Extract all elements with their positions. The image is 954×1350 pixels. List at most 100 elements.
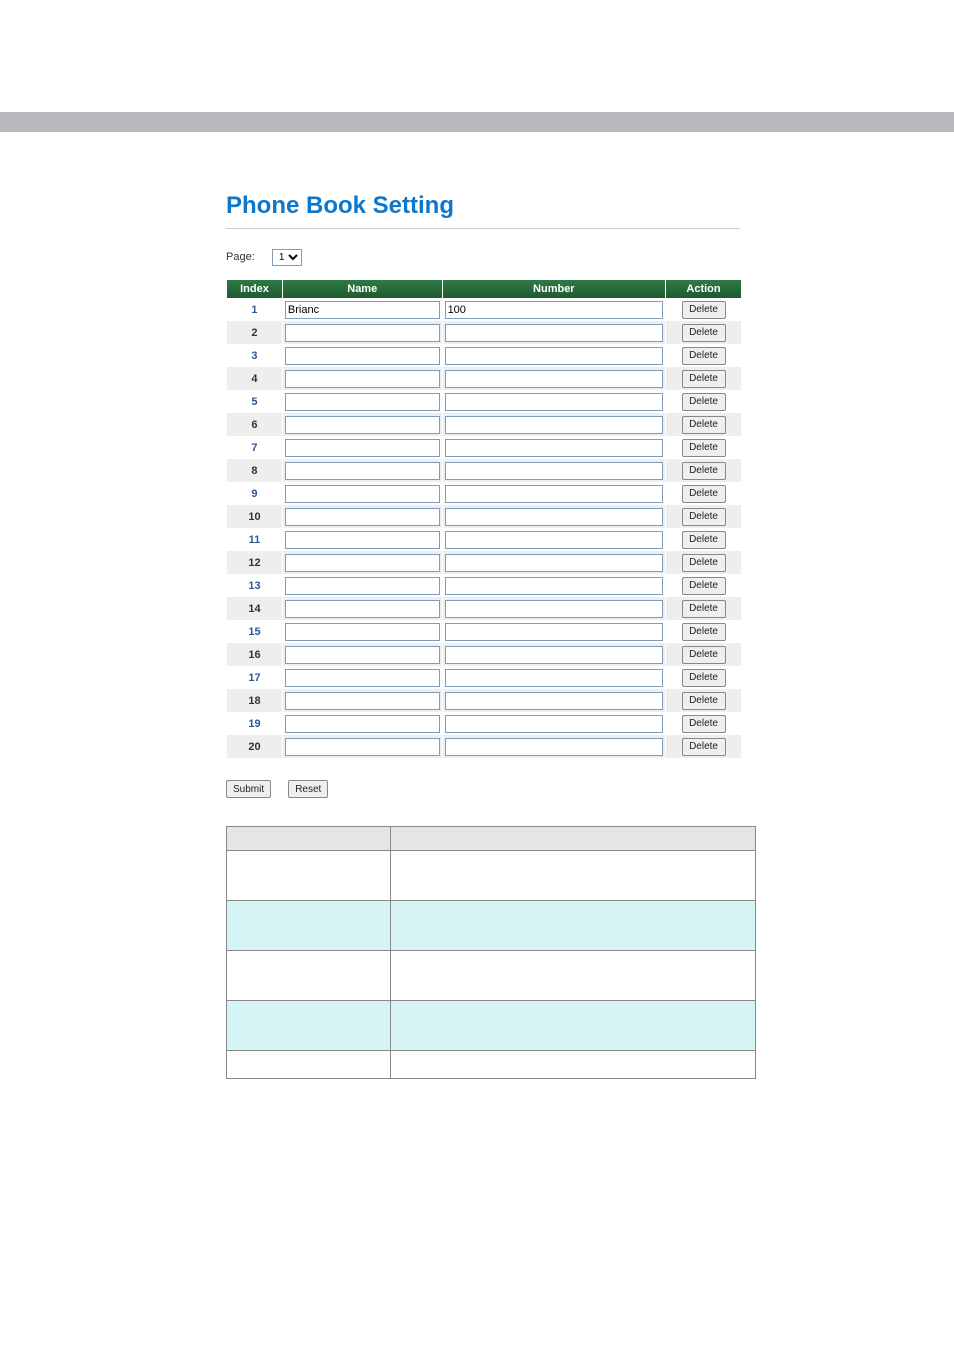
name-input[interactable] <box>285 439 440 457</box>
name-input[interactable] <box>285 485 440 503</box>
page-select[interactable]: 1 <box>272 249 302 266</box>
number-input[interactable] <box>445 416 664 434</box>
delete-button[interactable]: Delete <box>682 439 726 457</box>
row-action-cell: Delete <box>666 344 742 367</box>
row-name-cell <box>282 482 442 505</box>
delete-button[interactable]: Delete <box>682 577 726 595</box>
row-index: 2 <box>227 321 283 344</box>
row-number-cell <box>442 528 666 551</box>
delete-button[interactable]: Delete <box>682 715 726 733</box>
info-cell-a <box>227 951 391 1001</box>
row-name-cell <box>282 712 442 735</box>
row-action-cell: Delete <box>666 551 742 574</box>
delete-button[interactable]: Delete <box>682 485 726 503</box>
row-name-cell <box>282 551 442 574</box>
name-input[interactable] <box>285 324 440 342</box>
row-action-cell: Delete <box>666 436 742 459</box>
table-row: 7 Delete <box>227 436 742 459</box>
row-index: 18 <box>227 689 283 712</box>
name-input[interactable] <box>285 646 440 664</box>
name-input[interactable] <box>285 393 440 411</box>
name-input[interactable] <box>285 416 440 434</box>
delete-button[interactable]: Delete <box>682 692 726 710</box>
number-input[interactable] <box>445 485 664 503</box>
top-bar <box>0 112 954 132</box>
row-action-cell: Delete <box>666 367 742 390</box>
table-row: 14Delete <box>227 597 742 620</box>
delete-button[interactable]: Delete <box>682 393 726 411</box>
reset-button[interactable]: Reset <box>288 780 328 798</box>
row-index: 7 <box>227 436 283 459</box>
number-input[interactable] <box>445 370 664 388</box>
name-input[interactable] <box>285 370 440 388</box>
row-index: 13 <box>227 574 283 597</box>
row-action-cell: Delete <box>666 666 742 689</box>
name-input[interactable] <box>285 508 440 526</box>
number-input[interactable] <box>445 738 664 756</box>
number-input[interactable] <box>445 439 664 457</box>
number-input[interactable] <box>445 623 664 641</box>
delete-button[interactable]: Delete <box>682 416 726 434</box>
name-input[interactable] <box>285 531 440 549</box>
row-number-cell <box>442 390 666 413</box>
name-input[interactable] <box>285 577 440 595</box>
name-input[interactable] <box>285 600 440 618</box>
number-input[interactable] <box>445 324 664 342</box>
info-cell-b <box>391 827 756 851</box>
number-input[interactable] <box>445 554 664 572</box>
number-input[interactable] <box>445 577 664 595</box>
row-name-cell <box>282 574 442 597</box>
name-input[interactable] <box>285 554 440 572</box>
number-input[interactable] <box>445 531 664 549</box>
number-input[interactable] <box>445 715 664 733</box>
name-input[interactable] <box>285 462 440 480</box>
delete-button[interactable]: Delete <box>682 462 726 480</box>
info-cell-a <box>227 827 391 851</box>
number-input[interactable] <box>445 508 664 526</box>
row-action-cell: Delete <box>666 321 742 344</box>
delete-button[interactable]: Delete <box>682 646 726 664</box>
submit-button[interactable]: Submit <box>226 780 271 798</box>
name-input[interactable] <box>285 669 440 687</box>
delete-button[interactable]: Delete <box>682 554 726 572</box>
delete-button[interactable]: Delete <box>682 370 726 388</box>
row-action-cell: Delete <box>666 597 742 620</box>
number-input[interactable] <box>445 600 664 618</box>
row-number-cell <box>442 620 666 643</box>
number-input[interactable] <box>445 347 664 365</box>
number-input[interactable] <box>445 393 664 411</box>
delete-button[interactable]: Delete <box>682 623 726 641</box>
delete-button[interactable]: Delete <box>682 738 726 756</box>
row-index: 16 <box>227 643 283 666</box>
delete-button[interactable]: Delete <box>682 347 726 365</box>
row-name-cell <box>282 413 442 436</box>
row-number-cell <box>442 551 666 574</box>
row-number-cell <box>442 413 666 436</box>
delete-button[interactable]: Delete <box>682 324 726 342</box>
row-action-cell: Delete <box>666 413 742 436</box>
row-action-cell: Delete <box>666 528 742 551</box>
number-input[interactable] <box>445 669 664 687</box>
delete-button[interactable]: Delete <box>682 531 726 549</box>
number-input[interactable] <box>445 692 664 710</box>
delete-button[interactable]: Delete <box>682 669 726 687</box>
number-input[interactable] <box>445 301 664 319</box>
name-input[interactable] <box>285 692 440 710</box>
table-row: 18 Delete <box>227 689 742 712</box>
row-action-cell: Delete <box>666 689 742 712</box>
row-name-cell <box>282 344 442 367</box>
delete-button[interactable]: Delete <box>682 301 726 319</box>
number-input[interactable] <box>445 646 664 664</box>
name-input[interactable] <box>285 347 440 365</box>
name-input[interactable] <box>285 623 440 641</box>
delete-button[interactable]: Delete <box>682 600 726 618</box>
name-input[interactable] <box>285 715 440 733</box>
name-input[interactable] <box>285 738 440 756</box>
info-cell-b <box>391 851 756 901</box>
number-input[interactable] <box>445 462 664 480</box>
row-number-cell <box>442 459 666 482</box>
name-input[interactable] <box>285 301 440 319</box>
delete-button[interactable]: Delete <box>682 508 726 526</box>
row-number-cell <box>442 735 666 758</box>
table-row: 20Delete <box>227 735 742 758</box>
